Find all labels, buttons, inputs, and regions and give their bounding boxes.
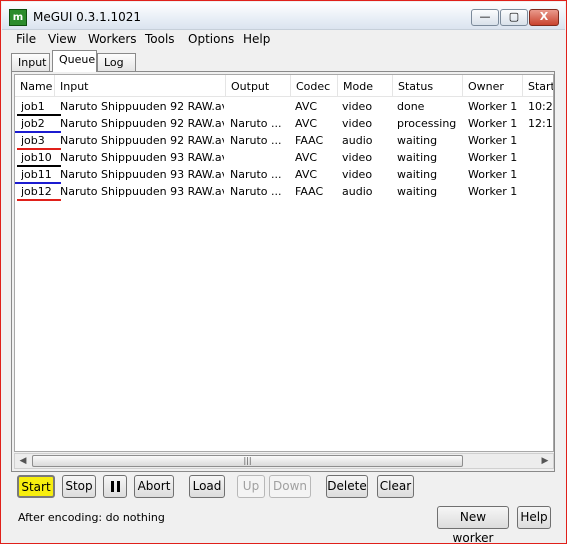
tab-log[interactable]: Log — [97, 53, 136, 72]
cell-mode: audio — [342, 134, 373, 147]
annotation-underline-blue — [15, 131, 61, 133]
menu-bar: File View Workers Tools Options Help — [2, 30, 565, 48]
cell-owner: Worker 1 — [468, 185, 518, 198]
minimize-button[interactable]: — — [471, 9, 499, 26]
annotation-underline-black — [17, 165, 61, 167]
cell-start: 12:18 — [528, 117, 553, 130]
table-row[interactable]: job3 Naruto Shippuuden 92 RAW.avi Naruto… — [15, 132, 553, 149]
cell-mode: video — [342, 117, 373, 130]
cell-status: waiting — [397, 151, 438, 164]
cell-codec: AVC — [295, 151, 318, 164]
scroll-right-icon[interactable]: ▶ — [537, 454, 553, 468]
table-row[interactable]: job2 Naruto Shippuuden 92 RAW.avs Naruto… — [15, 115, 553, 132]
stop-button[interactable]: Stop — [62, 475, 96, 498]
column-header-input[interactable]: Input — [55, 75, 226, 97]
column-header-owner[interactable]: Owner — [463, 75, 523, 97]
cell-owner: Worker 1 — [468, 134, 518, 147]
cell-status: done — [397, 100, 425, 113]
cell-name: job2 — [21, 117, 45, 130]
megui-app-icon: m — [9, 9, 27, 26]
pause-button[interactable] — [103, 475, 127, 498]
abort-button[interactable]: Abort — [134, 475, 174, 498]
new-worker-button[interactable]: New worker — [437, 506, 509, 545]
pause-icon — [110, 481, 120, 492]
cell-input: Naruto Shippuuden 92 RAW.avs — [60, 117, 224, 130]
clear-button[interactable]: Clear — [377, 475, 414, 498]
cell-mode: video — [342, 100, 373, 113]
cell-codec: AVC — [295, 100, 318, 113]
cell-input: Naruto Shippuuden 93 RAW.avs — [60, 151, 224, 164]
menu-options[interactable]: Options — [188, 32, 234, 46]
megui-window: m MeGUI 0.3.1.1021 — ▢ X File View Worke… — [0, 0, 567, 545]
cell-codec: FAAC — [295, 185, 324, 198]
column-header-codec[interactable]: Codec — [291, 75, 338, 97]
cell-name: job1 — [21, 100, 45, 113]
cell-output: Naruto ... — [230, 134, 282, 147]
cell-mode: video — [342, 151, 373, 164]
cell-start: 10:22 — [528, 100, 553, 113]
table-row[interactable]: job1 Naruto Shippuuden 92 RAW.avs AVC vi… — [15, 98, 553, 115]
help-button[interactable]: Help — [517, 506, 551, 529]
cell-owner: Worker 1 — [468, 168, 518, 181]
cell-input: Naruto Shippuuden 92 RAW.avs — [60, 100, 224, 113]
window-title: MeGUI 0.3.1.1021 — [33, 10, 142, 24]
cell-input: Naruto Shippuuden 92 RAW.avi — [60, 134, 224, 147]
annotation-underline-red — [17, 199, 61, 201]
tab-input[interactable]: Input — [11, 53, 50, 72]
table-row[interactable]: job10 Naruto Shippuuden 93 RAW.avs AVC v… — [15, 149, 553, 166]
cell-owner: Worker 1 — [468, 117, 518, 130]
delete-button[interactable]: Delete — [326, 475, 368, 498]
annotation-underline-red — [17, 148, 61, 150]
column-header-start[interactable]: Start — [523, 75, 553, 97]
cell-status: waiting — [397, 168, 438, 181]
title-bar[interactable]: m MeGUI 0.3.1.1021 — ▢ X — [2, 2, 565, 30]
start-button[interactable]: Start — [17, 475, 55, 498]
menu-help[interactable]: Help — [243, 32, 270, 46]
cell-mode: video — [342, 168, 373, 181]
menu-tools[interactable]: Tools — [145, 32, 175, 46]
cell-input: Naruto Shippuuden 93 RAW.avs — [60, 168, 224, 181]
column-header-mode[interactable]: Mode — [338, 75, 393, 97]
cell-mode: audio — [342, 185, 373, 198]
table-row[interactable]: job12 Naruto Shippuuden 93 RAW.avi Narut… — [15, 183, 553, 200]
down-button[interactable]: Down — [269, 475, 311, 498]
cell-output: Naruto ... — [230, 185, 282, 198]
cell-name: job3 — [21, 134, 45, 147]
cell-name: job12 — [21, 185, 52, 198]
menu-view[interactable]: View — [48, 32, 76, 46]
column-header-status[interactable]: Status — [393, 75, 463, 97]
cell-codec: FAAC — [295, 134, 324, 147]
job-queue-list[interactable]: Name Input Output Codec Mode Status Owne… — [14, 74, 554, 452]
column-header-output[interactable]: Output — [226, 75, 291, 97]
annotation-underline-blue — [15, 182, 61, 184]
horizontal-scrollbar[interactable]: ◀ ||| ▶ — [14, 453, 554, 469]
list-header: Name Input Output Codec Mode Status Owne… — [15, 75, 553, 97]
tab-queue[interactable]: Queue — [52, 50, 97, 72]
cell-output: Naruto ... — [230, 117, 282, 130]
cell-codec: AVC — [295, 117, 318, 130]
cell-name: job11 — [21, 168, 52, 181]
cell-owner: Worker 1 — [468, 151, 518, 164]
cell-name: job10 — [21, 151, 52, 164]
scroll-left-icon[interactable]: ◀ — [15, 454, 31, 468]
up-button[interactable]: Up — [237, 475, 265, 498]
cell-status: waiting — [397, 185, 438, 198]
annotation-underline-black — [17, 114, 61, 116]
cell-status: waiting — [397, 134, 438, 147]
cell-owner: Worker 1 — [468, 100, 518, 113]
close-button[interactable]: X — [529, 9, 559, 26]
menu-workers[interactable]: Workers — [88, 32, 137, 46]
after-encoding-label: After encoding: do nothing — [18, 511, 165, 524]
cell-output: Naruto ... — [230, 168, 282, 181]
scroll-thumb[interactable]: ||| — [32, 455, 463, 467]
maximize-button[interactable]: ▢ — [500, 9, 528, 26]
cell-input: Naruto Shippuuden 93 RAW.avi — [60, 185, 224, 198]
cell-status: processing — [397, 117, 457, 130]
table-row[interactable]: job11 Naruto Shippuuden 93 RAW.avs Narut… — [15, 166, 553, 183]
cell-codec: AVC — [295, 168, 318, 181]
column-header-name[interactable]: Name — [15, 75, 55, 97]
menu-file[interactable]: File — [16, 32, 36, 46]
load-button[interactable]: Load — [189, 475, 225, 498]
